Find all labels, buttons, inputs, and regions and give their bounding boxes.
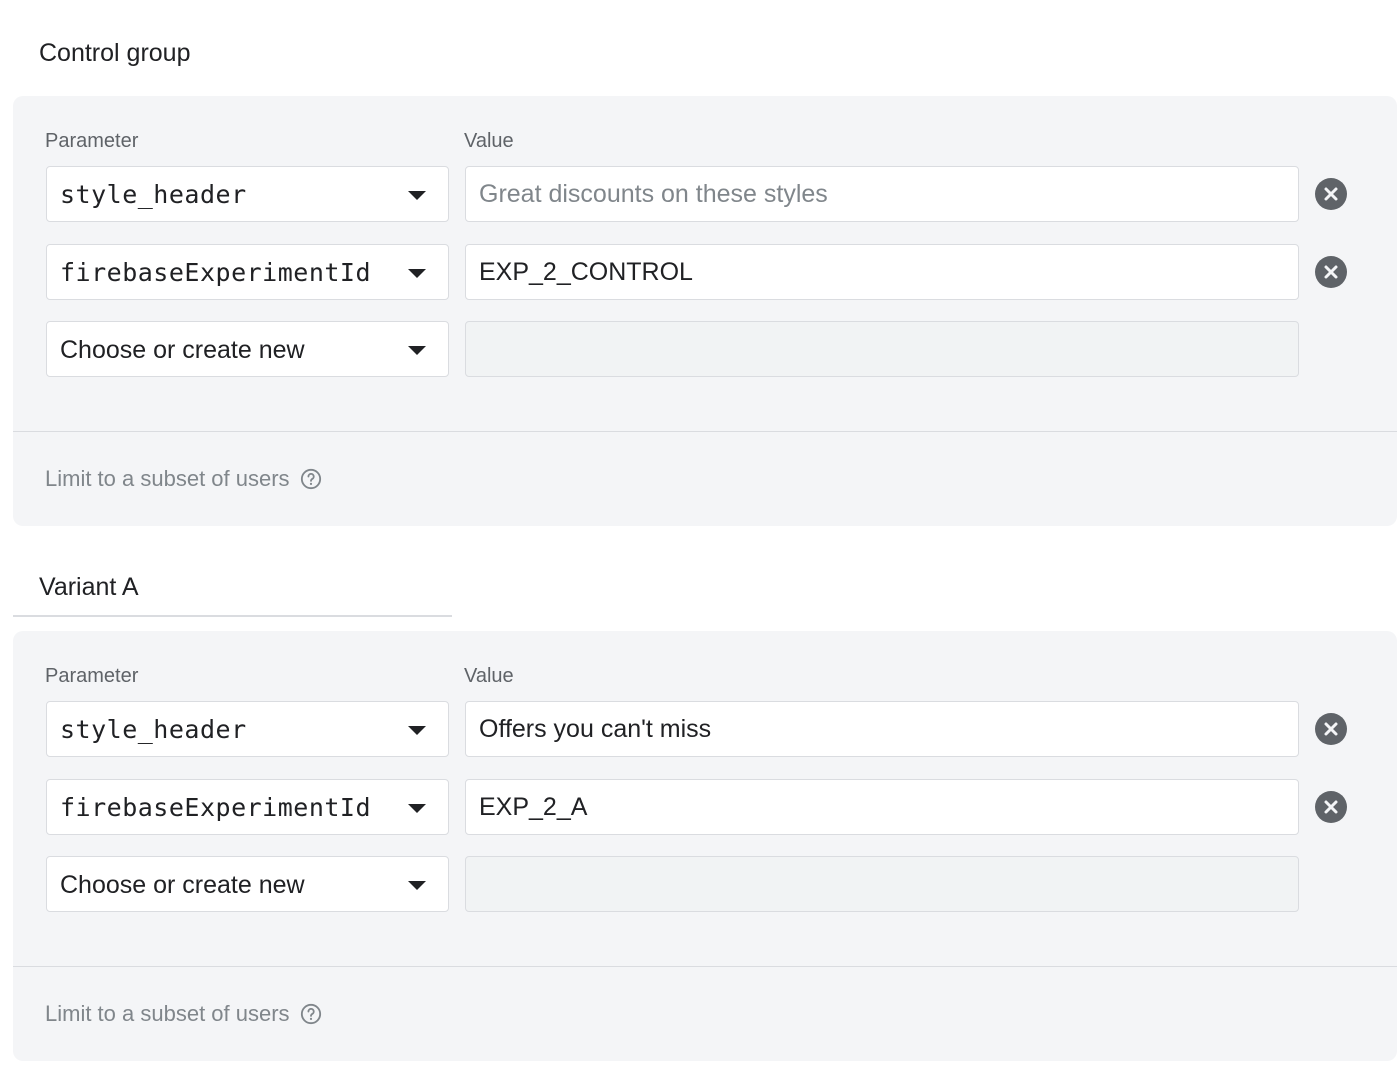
value-input[interactable] <box>465 779 1299 835</box>
cancel-circle-icon[interactable] <box>1315 791 1347 823</box>
parameter-select-value: firebaseExperimentId <box>60 793 372 822</box>
value-input[interactable] <box>465 244 1299 300</box>
parameter-select[interactable]: firebaseExperimentId <box>46 779 449 835</box>
limit-subset-label: Limit to a subset of users <box>45 466 290 491</box>
arrow-drop-down-icon <box>408 726 426 735</box>
parameter-column-label: Parameter <box>45 130 139 152</box>
variant-a-title[interactable]: Variant A <box>39 572 139 602</box>
parameter-row: style_header <box>13 166 1397 224</box>
value-input[interactable] <box>465 166 1299 222</box>
parameter-select[interactable]: style_header <box>46 166 449 222</box>
variant-title-underline <box>13 615 452 617</box>
parameter-row: firebaseExperimentId <box>13 244 1397 302</box>
parameter-select-value: firebaseExperimentId <box>60 258 372 287</box>
parameter-row: style_header <box>13 701 1397 759</box>
arrow-drop-down-icon <box>408 346 426 355</box>
parameter-select-value: style_header <box>60 715 247 744</box>
arrow-drop-down-icon <box>408 881 426 890</box>
value-input[interactable] <box>465 701 1299 757</box>
new-parameter-row: Choose or create new <box>13 856 1397 914</box>
value-input-disabled <box>465 856 1299 912</box>
arrow-drop-down-icon <box>408 804 426 813</box>
choose-or-create-select[interactable]: Choose or create new <box>46 856 449 912</box>
limit-subset-link[interactable]: Limit to a subset of users <box>45 1001 322 1027</box>
parameter-row: firebaseExperimentId <box>13 779 1397 837</box>
cancel-circle-icon[interactable] <box>1315 178 1347 210</box>
cancel-circle-icon[interactable] <box>1315 713 1347 745</box>
value-column-label: Value <box>464 665 514 687</box>
value-column-label: Value <box>464 130 514 152</box>
parameter-select-value: Choose or create new <box>60 336 305 364</box>
cancel-circle-icon[interactable] <box>1315 256 1347 288</box>
control-group-title: Control group <box>39 39 191 67</box>
help-outline-icon <box>300 468 321 490</box>
value-input-disabled <box>465 321 1299 377</box>
choose-or-create-select[interactable]: Choose or create new <box>46 321 449 377</box>
parameter-column-label: Parameter <box>45 665 139 687</box>
arrow-drop-down-icon <box>408 191 426 200</box>
parameter-select-value: style_header <box>60 180 247 209</box>
control-group-panel: Parameter Value style_header firebaseExp… <box>13 96 1397 526</box>
new-parameter-row: Choose or create new <box>13 321 1397 379</box>
parameter-select[interactable]: firebaseExperimentId <box>46 244 449 300</box>
limit-subset-link[interactable]: Limit to a subset of users <box>45 466 322 492</box>
variant-a-panel: Parameter Value style_header firebaseExp… <box>13 631 1397 1061</box>
divider <box>13 431 1397 432</box>
arrow-drop-down-icon <box>408 269 426 278</box>
parameter-select-value: Choose or create new <box>60 871 305 899</box>
parameter-select[interactable]: style_header <box>46 701 449 757</box>
limit-subset-label: Limit to a subset of users <box>45 1001 290 1026</box>
help-outline-icon <box>300 1003 321 1025</box>
divider <box>13 966 1397 967</box>
